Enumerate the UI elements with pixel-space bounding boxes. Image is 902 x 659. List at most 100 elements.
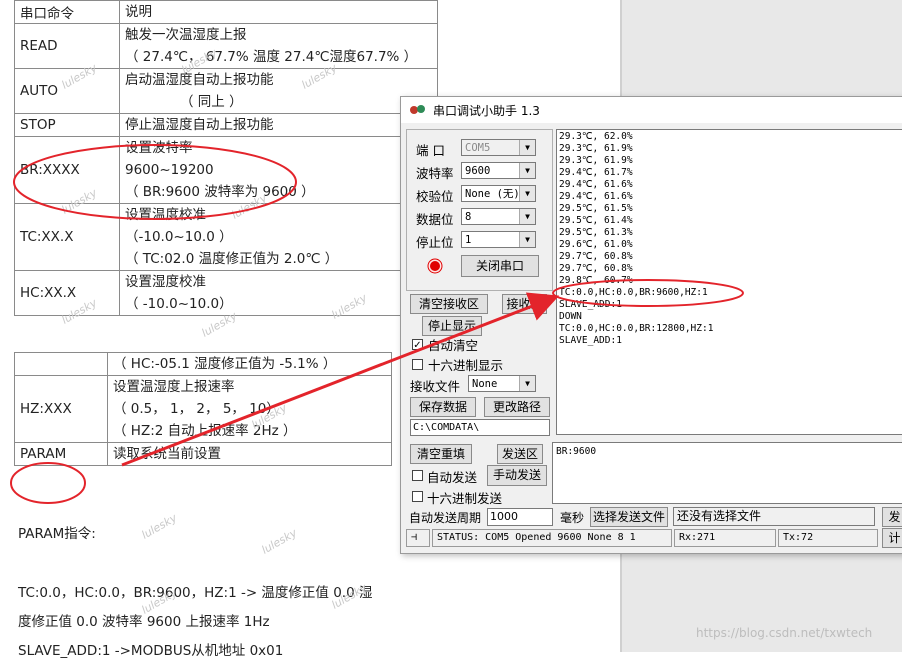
receive-line: 29.3℃, 61.9% xyxy=(559,143,633,154)
send-textarea[interactable]: BR:9600 xyxy=(552,442,902,504)
chevron-down-icon: ▼ xyxy=(519,232,535,247)
watermark: lulesky xyxy=(139,511,180,542)
serial-debug-window: 串口调试小助手 1.3 端 口 COM5 ▼ 波特率 9600 ▼ 校验位 None… xyxy=(400,96,902,554)
receive-area-button[interactable]: 接收区 xyxy=(502,294,547,314)
send-file-field: 还没有选择文件 xyxy=(673,507,875,526)
stopbits-select[interactable]: 1 ▼ xyxy=(461,231,536,248)
description-cell: 设置波特率 9600~19200 （ BR:9600 波特率为 9600 ） xyxy=(119,136,438,204)
description-line: （ 0.5， 1， 2， 5， 10） xyxy=(113,401,280,417)
port-status-indicator-icon xyxy=(427,258,443,274)
description-line: （ 27.4℃， 67.7% 温度 27.4℃湿度67.7% ） xyxy=(125,49,418,65)
description-line: 设置湿度校准 xyxy=(125,274,206,290)
table-row: PARAM 读取系统当前设置 xyxy=(14,442,392,466)
command-table: 串口命令 说明 READ 触发一次温湿度上报 （ 27.4℃， 67.7% 温度 27.… xyxy=(14,0,438,316)
stopbits-label: 停止位 xyxy=(416,235,454,250)
pin-icon[interactable]: ⊣ xyxy=(406,529,430,547)
description-line: 触发一次温湿度上报 xyxy=(125,27,247,43)
send-area-button[interactable]: 发送区 xyxy=(497,444,543,464)
auto-clear-checkbox[interactable]: ✓ xyxy=(412,339,423,351)
table-row: HZ:XXX 设置温湿度上报速率 （ 0.5， 1， 2， 5， 10） （ HZ:2… xyxy=(14,375,392,443)
table-row: TC:XX.X 设置温度校准 （-10.0~10.0 ）（ TC:02.0 温度修正… xyxy=(14,203,438,271)
port-select[interactable]: COM5 ▼ xyxy=(461,139,536,156)
description-line: （ -10.0~10.0） xyxy=(125,296,233,312)
description-cell: 启动温湿度自动上报功能 （ 同上 ） xyxy=(119,68,438,114)
chevron-down-icon: ▼ xyxy=(519,376,535,391)
receive-textarea[interactable]: 29.3℃, 62.0% 29.3℃, 61.9% 29.3℃, 61.9% 29.4… xyxy=(556,129,902,435)
receive-line: SLAVE_ADD:1 xyxy=(559,299,622,310)
command-cell xyxy=(14,352,108,376)
select-send-file-button[interactable]: 选择发送文件 xyxy=(590,507,668,527)
description-cell: 设置温度校准 （-10.0~10.0 ） （ TC:02.0 温度修正值为 2.0℃… xyxy=(119,203,438,271)
description-cell: 读取系统当前设置 xyxy=(107,442,392,466)
param-heading: PARAM指令: xyxy=(18,526,96,542)
hex-send-checkbox[interactable] xyxy=(412,491,423,502)
rx-counter: Rx:271 xyxy=(674,529,776,547)
status-bar: ⊣ STATUS: COM5 Opened 9600 None 8 1 Rx:2… xyxy=(406,528,902,548)
receive-line: 29.7℃, 60.8% xyxy=(559,263,633,274)
param-line-1: TC:0.0，HC:0.0，BR:9600，HZ:1 -> 温度修正值 0.0 … xyxy=(18,585,373,601)
stop-display-button[interactable]: 停止显示 xyxy=(422,316,482,336)
command-cell: HC:XX.X xyxy=(14,270,120,316)
description-line: 读取系统当前设置 xyxy=(113,446,221,462)
status-text: STATUS: COM5 Opened 9600 None 8 1 xyxy=(432,529,672,547)
table-row: STOP 停止温湿度自动上报功能 xyxy=(14,113,438,137)
receive-line: 29.5℃, 61.3% xyxy=(559,227,633,238)
command-cell: 串口命令 xyxy=(14,0,120,24)
description-line: （ HC:-05.1 湿度修正值为 -5.1% ） xyxy=(113,356,337,372)
description-cell: 触发一次温湿度上报 （ 27.4℃， 67.7% 温度 27.4℃湿度67.7% … xyxy=(119,23,438,69)
description-cell: 说明 xyxy=(119,0,438,24)
command-cell: READ xyxy=(14,23,120,69)
title-bar: 串口调试小助手 1.3 xyxy=(401,97,902,123)
receive-line: DOWN xyxy=(559,311,582,322)
manual-send-button[interactable]: 手动发送 xyxy=(487,465,547,486)
baud-select[interactable]: 9600 ▼ xyxy=(461,162,536,179)
receive-line: 29.6℃, 61.0% xyxy=(559,239,633,250)
clear-send-button[interactable]: 清空重填 xyxy=(410,444,472,464)
watermark: lulesky xyxy=(259,526,300,557)
receive-line: SLAVE_ADD:1 xyxy=(559,335,622,346)
table-row: （ HC:-05.1 湿度修正值为 -5.1% ） xyxy=(14,352,392,376)
parity-label: 校验位 xyxy=(416,189,454,204)
receive-line: 29.3℃, 61.9% xyxy=(559,155,633,166)
receive-line: 29.5℃, 61.4% xyxy=(559,215,633,226)
command-cell: STOP xyxy=(14,113,120,137)
description-line: （ 同上 ） xyxy=(180,94,243,110)
auto-send-label: 自动发送 xyxy=(427,470,478,485)
chevron-down-icon: ▼ xyxy=(519,186,535,201)
receive-file-select[interactable]: None ▼ xyxy=(468,375,536,392)
save-data-button[interactable]: 保存数据 xyxy=(410,397,476,417)
description-line: （ HZ:2 自动上报速率 2Hz ） xyxy=(113,423,297,439)
description-line: （-10.0~10.0 ） xyxy=(125,229,233,245)
description-cell: （ HC:-05.1 湿度修正值为 -5.1% ） xyxy=(107,352,392,376)
description-line: 设置温湿度上报速率 xyxy=(113,379,235,395)
hex-display-checkbox[interactable] xyxy=(412,359,423,370)
clear-receive-button[interactable]: 清空接收区 xyxy=(410,294,488,314)
send-period-input[interactable]: 1000 xyxy=(487,508,553,526)
receive-file-label: 接收文件 xyxy=(410,379,461,394)
baud-label: 波特率 xyxy=(416,166,454,181)
close-port-button[interactable]: 关闭串口 xyxy=(461,255,539,277)
receive-line: 29.3℃, 62.0% xyxy=(559,131,633,142)
receive-line: TC:0.0,HC:0.0,BR:12800,HZ:1 xyxy=(559,323,714,334)
command-cell: HZ:XXX xyxy=(14,375,108,443)
description-line: 9600~19200 xyxy=(125,162,214,178)
auto-send-checkbox[interactable] xyxy=(412,470,423,481)
description-line: 设置温度校准 xyxy=(125,207,206,223)
receive-line: 29.5℃, 61.5% xyxy=(559,203,633,214)
databits-label: 数据位 xyxy=(416,212,454,227)
tx-counter: Tx:72 xyxy=(778,529,878,547)
databits-select[interactable]: 8 ▼ xyxy=(461,208,536,225)
change-path-button[interactable]: 更改路径 xyxy=(484,397,550,417)
table-row: READ 触发一次温湿度上报 （ 27.4℃， 67.7% 温度 27.4℃湿度67… xyxy=(14,23,438,69)
receive-line: 29.4℃, 61.6% xyxy=(559,191,633,202)
counter-button[interactable]: 计 xyxy=(882,528,902,548)
ms-label: 毫秒 xyxy=(560,511,585,525)
parity-select[interactable]: None (无) ▼ xyxy=(461,185,536,202)
send-button[interactable]: 发 xyxy=(882,507,902,527)
port-label: 端 口 xyxy=(416,143,445,158)
save-path-field[interactable]: C:\COMDATA\ xyxy=(410,419,550,436)
source-url: https://blog.csdn.net/txwtech xyxy=(696,626,873,640)
hex-send-label: 十六进制发送 xyxy=(427,491,503,506)
send-period-label: 自动发送周期 xyxy=(409,511,482,525)
table-row: 串口命令 说明 xyxy=(14,0,438,24)
